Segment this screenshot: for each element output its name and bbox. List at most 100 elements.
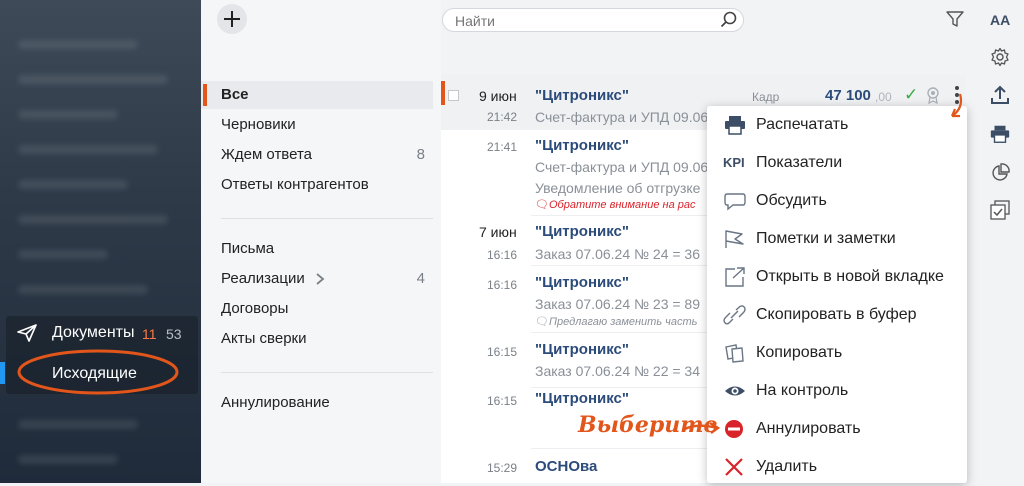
print-icon[interactable] bbox=[989, 124, 1011, 144]
row-time: 16:15 bbox=[487, 345, 518, 359]
menu-item-print[interactable]: Распечатать bbox=[707, 106, 967, 144]
folder-label: Ответы контрагентов bbox=[221, 176, 369, 193]
menu-item-discuss[interactable]: Обсудить bbox=[707, 182, 967, 220]
row-selected-marker bbox=[441, 81, 445, 105]
row-time: 16:16 bbox=[487, 278, 518, 292]
cancel-circle-icon bbox=[725, 420, 743, 438]
menu-item-kpi[interactable]: KPI Показатели bbox=[707, 144, 967, 182]
folder-item-sales[interactable]: Реализации 4 bbox=[201, 265, 433, 293]
menu-item-copy[interactable]: Копировать bbox=[707, 334, 967, 372]
kpi-icon: KPI bbox=[723, 155, 745, 170]
folder-label: Письма bbox=[221, 240, 275, 257]
row-time: 16:16 bbox=[487, 248, 518, 262]
row-checkbox[interactable] bbox=[448, 90, 459, 101]
row-title[interactable]: "Цитроникс" bbox=[535, 137, 629, 154]
row-tag: Кадр bbox=[752, 90, 780, 104]
folder-label: Ждем ответа bbox=[221, 146, 312, 163]
upload-icon[interactable] bbox=[990, 85, 1010, 105]
folder-label: Черновики bbox=[221, 116, 296, 133]
send-icon bbox=[17, 324, 37, 342]
menu-item-monitor[interactable]: На контроль bbox=[707, 372, 967, 410]
row-title[interactable]: ОСНОва bbox=[535, 458, 597, 475]
gear-icon[interactable] bbox=[990, 47, 1010, 67]
tasks-check-icon[interactable] bbox=[990, 200, 1010, 220]
folder-item-all[interactable]: Все bbox=[201, 81, 433, 109]
menu-item-label: Удалить bbox=[756, 458, 818, 475]
hint-arrow bbox=[684, 421, 721, 434]
row-subtitle: Счет-фактура и УПД 09.06 bbox=[535, 159, 709, 175]
open-new-tab-icon bbox=[725, 267, 745, 287]
documents-label: Документы bbox=[52, 324, 135, 341]
row-time: 21:41 bbox=[487, 140, 518, 154]
checkmark-icon: ✓ bbox=[904, 85, 919, 104]
menu-item-label: Скопировать в буфер bbox=[756, 306, 917, 323]
folder-label: Реализации bbox=[221, 270, 305, 287]
menu-item-delete[interactable]: Удалить bbox=[707, 448, 967, 486]
folder-label: Аннулирование bbox=[221, 394, 330, 411]
chat-bubble-icon bbox=[724, 193, 746, 211]
folder-item-contracts[interactable]: Договоры bbox=[201, 295, 433, 323]
chevron-right-icon[interactable] bbox=[315, 273, 325, 285]
row-amount-decimals: ,00 bbox=[875, 90, 892, 104]
menu-item-label: На контроль bbox=[756, 382, 849, 399]
row-amount: 47 100 bbox=[825, 87, 871, 104]
flag-icon bbox=[725, 230, 744, 248]
row-title[interactable]: "Цитроникс" bbox=[535, 274, 629, 291]
nav-item-documents[interactable]: Документы 11 53 bbox=[6, 316, 198, 350]
search-input[interactable] bbox=[453, 11, 707, 31]
row-subtitle-2: Уведомление об отгрузке bbox=[535, 180, 701, 196]
row-subtitle: Заказ 07.06.24 № 22 = 34 bbox=[535, 363, 701, 379]
row-note: Предлагаю заменить часть bbox=[549, 316, 698, 328]
folders-divider bbox=[221, 372, 433, 373]
row-time: 16:15 bbox=[487, 394, 518, 408]
search-box[interactable] bbox=[442, 8, 744, 32]
row-title[interactable]: "Цитроникс" bbox=[535, 223, 629, 240]
folder-item-letters[interactable]: Письма bbox=[201, 235, 433, 263]
font-size-toggle[interactable]: AA bbox=[990, 12, 1010, 28]
menu-item-open-new-tab[interactable]: Открыть в новой вкладке bbox=[707, 258, 967, 296]
folder-item-annulment[interactable]: Аннулирование bbox=[201, 389, 433, 417]
folder-count: 8 bbox=[416, 146, 425, 163]
row-title[interactable]: "Цитроникс" bbox=[535, 390, 629, 407]
folder-label: Договоры bbox=[221, 300, 289, 317]
warning-bubble-icon: 🗨 bbox=[535, 199, 549, 211]
menu-item-copy-to-clipboard[interactable]: Скопировать в буфер bbox=[707, 296, 967, 334]
menu-item-label: Пометки и заметки bbox=[756, 230, 896, 247]
row-subtitle: Заказ 07.06.24 № 23 = 89 bbox=[535, 296, 701, 312]
menu-item-notes[interactable]: Пометки и заметки bbox=[707, 220, 967, 258]
documents-total-count: 53 bbox=[166, 326, 182, 342]
add-button[interactable] bbox=[217, 4, 247, 34]
folder-label: Акты сверки bbox=[221, 330, 307, 347]
filter-icon[interactable] bbox=[946, 11, 964, 27]
menu-item-label: Открыть в новой вкладке bbox=[756, 268, 944, 285]
row-date: 9 июн bbox=[479, 88, 517, 104]
documents-new-count: 11 bbox=[142, 326, 157, 342]
folders-divider bbox=[221, 218, 433, 219]
menu-item-annul[interactable]: Аннулировать bbox=[707, 410, 967, 448]
row-time: 21:42 bbox=[487, 110, 518, 124]
menu-item-label: Обсудить bbox=[756, 192, 827, 209]
row-subtitle: Счет-фактура и УПД 09.06 bbox=[535, 109, 709, 125]
folder-item-reconciliation-acts[interactable]: Акты сверки bbox=[201, 325, 433, 353]
menu-item-label: Аннулировать bbox=[756, 420, 861, 437]
highlight-ellipse bbox=[17, 349, 179, 395]
row-subtitle: Заказ 07.06.24 № 24 = 36 bbox=[535, 246, 701, 262]
copy-icon bbox=[725, 344, 744, 363]
printer-icon bbox=[725, 116, 745, 135]
row-time: 15:29 bbox=[487, 461, 518, 475]
hint-arrow-curved bbox=[950, 93, 963, 118]
delete-x-icon bbox=[725, 458, 743, 476]
folder-item-drafts[interactable]: Черновики bbox=[201, 111, 433, 139]
folder-item-awaiting-reply[interactable]: Ждем ответа 8 bbox=[201, 141, 433, 169]
menu-item-label: Показатели bbox=[756, 154, 843, 171]
pie-chart-icon[interactable] bbox=[990, 163, 1010, 183]
folder-count: 4 bbox=[416, 270, 425, 287]
active-nav-marker bbox=[0, 362, 5, 384]
search-icon[interactable] bbox=[720, 11, 738, 29]
row-title[interactable]: "Цитроникс" bbox=[535, 341, 629, 358]
row-title[interactable]: "Цитроникс" bbox=[535, 87, 629, 104]
folder-item-counterparty-replies[interactable]: Ответы контрагентов bbox=[201, 171, 433, 199]
menu-item-label: Копировать bbox=[756, 344, 843, 361]
left-navigation-panel bbox=[0, 0, 201, 483]
folder-label: Все bbox=[221, 86, 249, 103]
